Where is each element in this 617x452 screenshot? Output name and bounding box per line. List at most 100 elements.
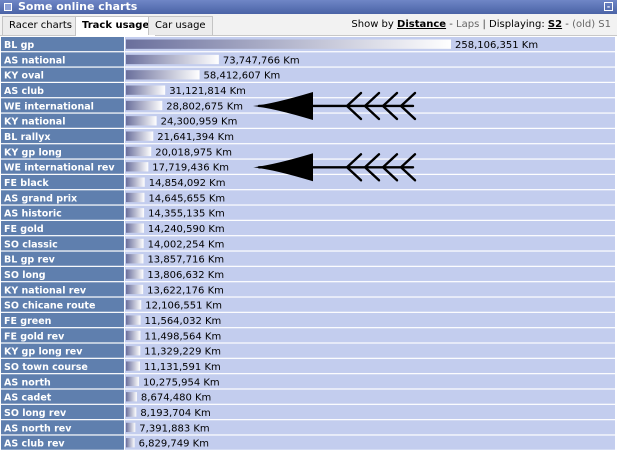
chart-row: AS historic 14,355,135 Km (1, 205, 615, 220)
old-s1-link[interactable]: (old) S1 (572, 19, 611, 30)
category-label: FE green (4, 316, 52, 327)
value-label: 8,193,704 Km (140, 408, 210, 419)
category-label: BL rallyx (4, 132, 51, 143)
value-label: 24,300,959 Km (161, 117, 238, 128)
show-by-label: Show by (351, 19, 394, 30)
chart-row: BL gp 258,106,351 Km (1, 37, 615, 52)
tab-racer-charts[interactable]: Racer charts (2, 16, 80, 35)
category-label: FE gold rev (4, 331, 65, 342)
bar (126, 85, 166, 95)
bar (126, 346, 141, 356)
chart-row: AS north rev 7,391,883 Km (1, 420, 615, 435)
category-label: SO long (4, 270, 46, 281)
category-label: AS north (4, 377, 51, 388)
category-label: AS north rev (4, 423, 72, 434)
tab-track-usage[interactable]: Track usage (75, 16, 157, 36)
value-label: 28,802,675 Km (166, 101, 243, 112)
bar (126, 177, 145, 187)
value-label: 13,622,176 Km (147, 285, 224, 296)
bar (126, 376, 139, 387)
category-label: SO classic (4, 239, 58, 250)
category-label: AS national (4, 55, 65, 66)
chart-row: FE green 11,564,032 Km (1, 312, 615, 328)
bar (126, 131, 154, 141)
bar (126, 208, 145, 218)
category-label: BL gp (4, 40, 34, 51)
category-label: AS historic (4, 209, 62, 220)
bar (126, 392, 137, 402)
chart-row: FE gold rev 11,498,564 Km (1, 328, 615, 343)
bar (126, 192, 145, 203)
displaying-label: Displaying: (489, 19, 545, 30)
s2-link[interactable]: S2 (548, 19, 562, 30)
window-icon (4, 3, 12, 11)
bar (126, 223, 144, 233)
bar (126, 284, 144, 295)
value-label: 14,645,655 Km (148, 193, 225, 204)
chart-row: BL gp rev 13,857,716 Km (1, 251, 615, 266)
value-label: 14,240,590 Km (148, 224, 225, 235)
bar (126, 54, 219, 65)
chart-row: SO town course 11,131,591 Km (1, 358, 615, 374)
window-title: Some online charts (18, 0, 138, 13)
category-label: SO long rev (4, 408, 67, 419)
category-label: KY national (4, 117, 65, 128)
collapse-icon[interactable]: - (604, 2, 613, 11)
value-label: 13,806,632 Km (147, 270, 224, 281)
chart-row: AS club rev 6,829,749 Km (1, 435, 615, 450)
bar (126, 407, 137, 417)
category-label: AS cadet (4, 393, 52, 404)
distance-link[interactable]: Distance (397, 19, 446, 30)
value-label: 14,002,254 Km (148, 239, 225, 250)
category-label: SO town course (4, 362, 88, 373)
bar (126, 330, 141, 341)
laps-link[interactable]: Laps (456, 19, 479, 30)
bar (126, 254, 144, 264)
display-controls: Show by Distance - Laps | Displaying: S2… (351, 18, 611, 32)
bar (126, 361, 141, 371)
category-label: KY national rev (4, 285, 87, 296)
value-label: 14,355,135 Km (148, 209, 225, 220)
bar (126, 70, 200, 80)
category-label: SO chicane route (4, 301, 95, 312)
bar (126, 146, 152, 157)
separator: - (562, 19, 573, 30)
category-label: KY gp long rev (4, 347, 83, 358)
category-label: WE international (4, 101, 94, 112)
bar (126, 100, 163, 111)
chart-row: KY gp long rev 11,329,229 Km (1, 343, 615, 358)
window-titlebar: Some online charts - (0, 0, 617, 14)
category-label: BL gp rev (4, 255, 56, 266)
value-label: 10,275,954 Km (143, 377, 220, 388)
value-label: 11,329,229 Km (144, 347, 221, 358)
value-label: 17,719,436 Km (152, 163, 229, 174)
bar (126, 422, 136, 433)
value-label: 11,564,032 Km (145, 316, 222, 327)
value-label: 6,829,749 Km (139, 439, 209, 450)
value-label: 12,106,551 Km (145, 301, 222, 312)
category-label: AS grand prix (4, 193, 77, 204)
value-label: 21,641,394 Km (157, 132, 234, 143)
category-label: WE international rev (4, 163, 115, 174)
bar (126, 116, 157, 126)
bar (126, 269, 144, 279)
separator: | (479, 19, 490, 30)
separator: - (446, 19, 457, 30)
chart-row: SO long rev 8,193,704 Km (1, 404, 615, 420)
chart-row: BL rallyx 21,641,394 Km (1, 128, 615, 144)
category-label: AS club (4, 86, 44, 97)
chart-row: AS grand prix 14,645,655 Km (1, 190, 615, 205)
category-label: FE gold (4, 224, 44, 235)
category-label: KY gp long (4, 147, 62, 158)
bar (126, 238, 144, 249)
track-usage-chart: BL gp 258,106,351 Km AS national 73,747,766… (1, 37, 615, 450)
value-label: 11,131,591 Km (144, 362, 221, 373)
chart-row: FE gold 14,240,590 Km (1, 220, 615, 236)
tab-car-usage[interactable]: Car usage (148, 16, 213, 35)
category-label: AS club rev (4, 439, 65, 450)
value-label: 11,498,564 Km (144, 331, 221, 342)
value-label: 13,857,716 Km (147, 255, 224, 266)
bar (126, 39, 451, 49)
bar (126, 300, 142, 310)
chart-row: KY oval 58,412,607 Km (1, 67, 615, 82)
